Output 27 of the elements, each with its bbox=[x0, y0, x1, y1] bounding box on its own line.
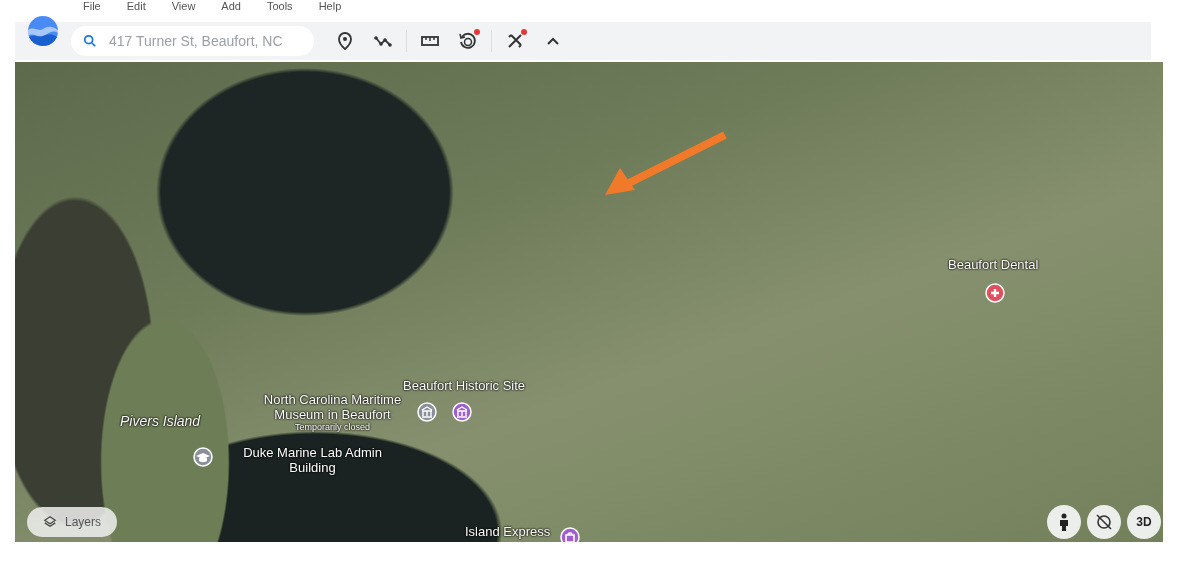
place-label: Beaufort Historic Site bbox=[403, 378, 526, 393]
compass-off-icon[interactable] bbox=[1087, 505, 1121, 539]
place-marker-icon[interactable] bbox=[452, 402, 472, 422]
place-marker-icon[interactable] bbox=[985, 283, 1005, 303]
place-label: Duke Marine Lab Admin Building bbox=[242, 445, 383, 475]
place-label: Pivers Island bbox=[120, 414, 201, 429]
search-icon bbox=[83, 34, 97, 48]
history-icon[interactable] bbox=[458, 31, 478, 51]
place-marker-icon[interactable] bbox=[193, 447, 213, 467]
menu-item[interactable]: Help bbox=[318, 0, 342, 13]
pin-icon[interactable] bbox=[335, 31, 355, 51]
place-label: North Carolina Maritime Museum in Beaufort bbox=[262, 392, 403, 422]
menu-item[interactable]: Edit bbox=[126, 0, 146, 13]
street-view-icon[interactable] bbox=[1047, 505, 1081, 539]
menu-item[interactable]: Tools bbox=[266, 0, 293, 13]
place-label: Beaufort Dental bbox=[948, 257, 1039, 272]
place-status: Temporarily closed bbox=[294, 422, 371, 433]
layers-button[interactable]: Layers bbox=[27, 507, 118, 537]
menu-item[interactable]: File bbox=[83, 0, 101, 13]
place-marker-icon[interactable] bbox=[417, 402, 437, 422]
layers-icon bbox=[43, 515, 57, 529]
3d-button[interactable]: 3D bbox=[1127, 505, 1161, 539]
menu-item[interactable]: View bbox=[171, 0, 196, 13]
search-text: 417 Turner St, Beaufort, NC bbox=[109, 33, 283, 49]
menu-item[interactable]: Add bbox=[221, 0, 241, 13]
place-label: Island Express bbox=[465, 524, 551, 539]
place-marker-icon[interactable] bbox=[560, 527, 580, 542]
